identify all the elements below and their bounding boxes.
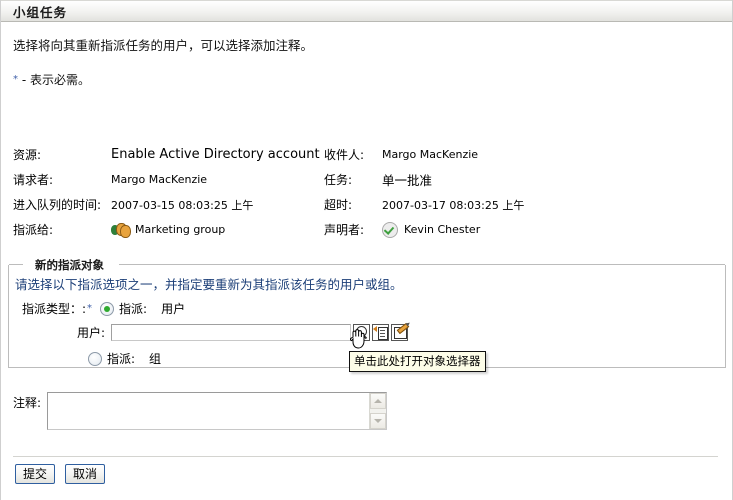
required-asterisk: *: [13, 74, 18, 85]
detail-value-timeout: 2007-03-17 08:03:25 上午: [382, 198, 525, 212]
fieldset-legend: 新的指派对象: [31, 257, 108, 273]
detail-label-queued-time: 进入队列的时间:: [13, 198, 102, 212]
assign-type-row: 指派类型：: * 指派: 用户: [22, 300, 185, 317]
team-task-page: 小组任务 选择将向其重新指派任务的用户，可以选择添加注释。 * - 表示必需。 …: [0, 0, 733, 500]
detail-label-requester: 请求者:: [13, 173, 54, 187]
detail-row: 资源: Enable Active Directory account 收件人:…: [13, 142, 713, 167]
detail-row: 请求者: Margo MacKenzie 任务: 单一批准: [13, 167, 713, 192]
radio-assign-user-value: 用户: [161, 302, 186, 316]
history-clipboard-icon[interactable]: [372, 324, 390, 341]
radio-assign-group-prefix: 指派:: [107, 352, 136, 366]
window-titlebar: 小组任务: [1, 0, 732, 22]
detail-value-recipient: Margo MacKenzie: [382, 148, 479, 161]
check-circle-icon: [382, 221, 398, 238]
footer-divider: [13, 456, 718, 457]
required-note-text: - 表示必需。: [21, 73, 90, 87]
group-icon: [111, 222, 131, 238]
scroll-down-icon[interactable]: [370, 413, 387, 429]
detail-value-resource: Enable Active Directory account: [111, 147, 320, 162]
comment-label: 注释:: [13, 396, 42, 410]
intro-description: 选择将向其重新指派任务的用户，可以选择添加注释。: [13, 38, 314, 53]
detail-label-task: 任务:: [324, 173, 353, 187]
comment-textarea[interactable]: [48, 393, 387, 429]
comment-scrollbar[interactable]: [369, 393, 387, 429]
detail-row: 进入队列的时间: 2007-03-15 08:03:25 上午 超时: 2007…: [13, 192, 713, 217]
comment-section: 注释:: [13, 392, 388, 430]
detail-value-requester: Margo MacKenzie: [111, 173, 208, 186]
scroll-up-icon[interactable]: [370, 393, 387, 409]
edit-note-icon[interactable]: [391, 322, 410, 341]
footer-buttons: 提交 取消: [15, 464, 106, 484]
detail-value-assigned-to-wrap: Marketing group: [110, 222, 324, 238]
user-input-row: 用户:: [77, 322, 410, 341]
radio-assign-group-value: 组: [149, 352, 162, 366]
detail-value-claimant-wrap: Kevin Chester: [382, 221, 713, 238]
fieldset-instruction: 请选择以下指派选项之一，并指定要重新为其指派该任务的用户或组。: [15, 277, 403, 292]
object-selector-icon[interactable]: [353, 324, 371, 341]
assign-group-row: 指派: 组: [88, 350, 161, 367]
assign-type-asterisk: *: [87, 303, 93, 314]
user-field-label: 用户:: [77, 326, 106, 340]
radio-assign-group[interactable]: [88, 351, 102, 366]
detail-value-assigned-to: Marketing group: [135, 223, 226, 236]
detail-label-timeout: 超时:: [324, 198, 353, 212]
detail-label-claimant: 声明者:: [324, 223, 365, 237]
required-note: * - 表示必需。: [13, 71, 732, 88]
detail-label-assigned-to: 指派给:: [13, 223, 54, 237]
object-selector-tooltip: 单击此处打开对象选择器: [349, 351, 486, 372]
fieldset-top-border: [9, 264, 725, 265]
page-title: 小组任务: [13, 4, 68, 20]
radio-assign-user[interactable]: [100, 301, 115, 316]
user-search-input[interactable]: [111, 324, 352, 341]
detail-value-claimant: Kevin Chester: [404, 223, 481, 236]
assign-type-label: 指派类型：:: [22, 302, 87, 316]
task-details: 资源: Enable Active Directory account 收件人:…: [13, 142, 713, 242]
radio-assign-user-prefix: 指派:: [119, 302, 148, 316]
comment-textarea-wrap: [47, 392, 388, 430]
detail-label-recipient: 收件人:: [324, 148, 365, 162]
detail-value-queued-time: 2007-03-15 08:03:25 上午: [111, 198, 254, 212]
intro-section: 选择将向其重新指派任务的用户，可以选择添加注释。 * - 表示必需。: [1, 22, 732, 88]
detail-row: 指派给: Marketing group 声明者: Kevin Chester: [13, 217, 713, 242]
cancel-button[interactable]: 取消: [65, 464, 106, 484]
submit-button[interactable]: 提交: [15, 464, 56, 484]
detail-label-resource: 资源:: [13, 148, 42, 162]
detail-value-task: 单一批准: [382, 173, 433, 188]
